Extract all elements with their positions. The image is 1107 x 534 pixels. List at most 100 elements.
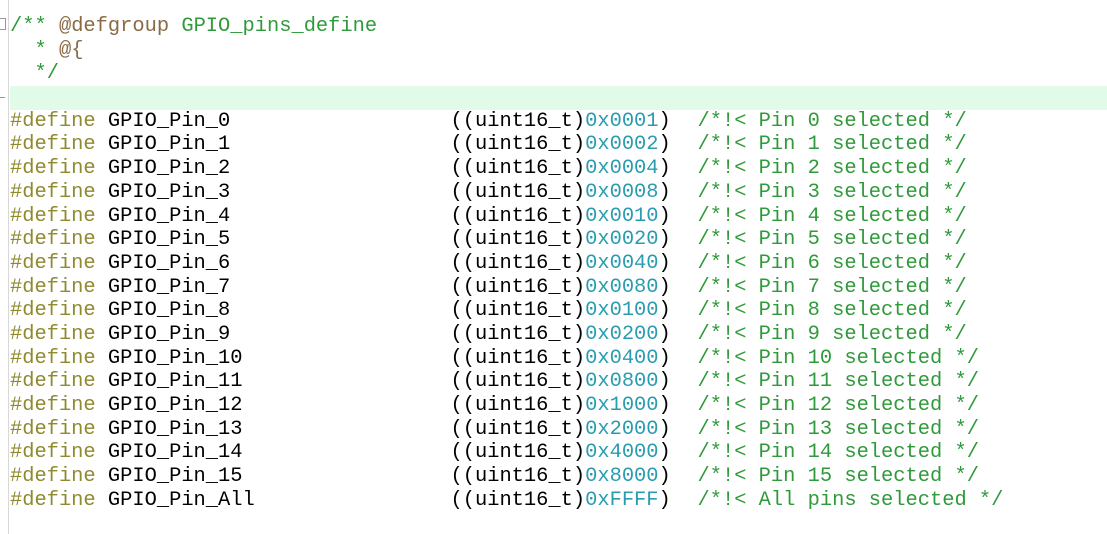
define-value: ((uint16_t)0x1000) (451, 394, 698, 418)
hex-value: 0x8000 (585, 465, 659, 489)
hex-value: 0x4000 (585, 441, 659, 465)
define-line: #define GPIO_Pin_10 ((uint16_t)0x0400)/*!… (10, 347, 1107, 371)
doc-comment: /*!< Pin 6 selected */ (697, 251, 967, 275)
define-value: ((uint16_t)0x0001) (451, 110, 698, 134)
comment-open: /** (10, 15, 59, 38)
define-line: #define GPIO_Pin_15 ((uint16_t)0x8000)/*!… (10, 465, 1107, 489)
define-keyword: #define (10, 394, 96, 417)
hex-value: 0x0008 (585, 180, 659, 204)
doc-comment: /*!< Pin 4 selected */ (697, 204, 967, 228)
close-paren: ) (658, 251, 671, 275)
define-value: ((uint16_t)0x4000) (451, 441, 698, 465)
define-decl: #define GPIO_Pin_12 (10, 394, 451, 418)
define-keyword: #define (10, 109, 96, 133)
define-keyword: #define (10, 299, 96, 323)
hex-value: 0xFFFF (585, 488, 659, 512)
macro-name: GPIO_Pin_All (107, 488, 255, 512)
define-value: ((uint16_t)0x0040) (451, 252, 698, 276)
type-cast: ((uint16_t) (450, 275, 586, 299)
type-cast: ((uint16_t) (450, 228, 586, 252)
hex-value: 0x0010 (585, 204, 659, 228)
close-paren: ) (658, 180, 671, 204)
define-decl: #define GPIO_Pin_5 (10, 228, 451, 252)
close-paren: ) (658, 394, 671, 417)
macro-name: GPIO_Pin_6 (107, 251, 231, 275)
define-keyword: #define (10, 488, 96, 512)
define-line: #define GPIO_Pin_11 ((uint16_t)0x0800)/*!… (10, 370, 1107, 394)
macro-name: GPIO_Pin_5 (107, 228, 231, 252)
close-paren: ) (658, 133, 671, 157)
hex-value: 0x0002 (585, 133, 659, 157)
define-value: ((uint16_t)0x0080) (451, 276, 698, 300)
macro-name: GPIO_Pin_7 (107, 275, 231, 299)
hex-value: 0x0400 (585, 346, 659, 370)
code-editor[interactable]: /** @defgroup GPIO_pins_define * @{ */ #… (10, 15, 1107, 512)
hex-value: 0x0004 (585, 157, 659, 181)
doc-comment: /*!< Pin 9 selected */ (697, 322, 967, 346)
doc-comment: /*!< Pin 2 selected */ (697, 157, 967, 181)
define-decl: #define GPIO_Pin_4 (10, 205, 451, 229)
define-decl: #define GPIO_Pin_6 (10, 252, 451, 276)
group-name: GPIO_pins_define (169, 15, 378, 38)
define-line: #define GPIO_Pin_8 ((uint16_t)0x0100)/*!<… (10, 299, 1107, 323)
doc-comment: /*!< Pin 11 selected */ (697, 370, 979, 394)
define-keyword: #define (10, 251, 96, 275)
close-paren: ) (658, 299, 671, 323)
define-line: #define GPIO_Pin_14 ((uint16_t)0x4000)/*!… (10, 441, 1107, 465)
define-line: #define GPIO_Pin_6 ((uint16_t)0x0040)/*!<… (10, 252, 1107, 276)
define-value: ((uint16_t)0x0800) (451, 370, 698, 394)
macro-name: GPIO_Pin_13 (107, 417, 243, 441)
define-decl: #define GPIO_Pin_3 (10, 181, 451, 205)
define-keyword: #define (10, 204, 96, 228)
define-decl: #define GPIO_Pin_All (10, 489, 451, 513)
fold-collapse-icon[interactable] (0, 18, 6, 30)
define-value: ((uint16_t)0x0020) (451, 228, 698, 252)
define-keyword: #define (10, 157, 96, 181)
macro-name: GPIO_Pin_10 (107, 346, 243, 370)
doc-comment: /*!< Pin 14 selected */ (697, 441, 979, 465)
hex-value: 0x1000 (585, 394, 659, 417)
define-keyword: #define (10, 133, 96, 157)
define-line: #define GPIO_Pin_All ((uint16_t)0xFFFF)/*… (10, 489, 1107, 513)
define-value: ((uint16_t)0x0400) (451, 347, 698, 371)
type-cast: ((uint16_t) (450, 322, 586, 346)
close-paren: ) (658, 275, 671, 299)
define-decl: #define GPIO_Pin_10 (10, 347, 451, 371)
macro-name: GPIO_Pin_1 (107, 133, 231, 157)
define-decl: #define GPIO_Pin_1 (10, 133, 451, 157)
hex-value: 0x0001 (585, 109, 659, 133)
close-paren: ) (658, 157, 671, 181)
define-keyword: #define (10, 275, 96, 299)
close-paren: ) (658, 346, 671, 370)
close-paren: ) (658, 228, 671, 252)
define-keyword: #define (10, 346, 96, 370)
close-paren: ) (658, 322, 671, 346)
define-keyword: #define (10, 228, 96, 252)
define-decl: #define GPIO_Pin_15 (10, 465, 451, 489)
doc-comment: /*!< Pin 8 selected */ (697, 299, 967, 323)
doc-comment: /*!< Pin 0 selected */ (697, 109, 967, 133)
type-cast: ((uint16_t) (450, 251, 586, 275)
define-keyword: #define (10, 465, 96, 489)
macro-name: GPIO_Pin_4 (107, 204, 231, 228)
close-paren: ) (658, 370, 671, 394)
define-line: #define GPIO_Pin_2 ((uint16_t)0x0004)/*!<… (10, 157, 1107, 181)
macro-name: GPIO_Pin_9 (107, 322, 231, 346)
type-cast: ((uint16_t) (450, 417, 586, 441)
hex-value: 0x0800 (585, 370, 659, 394)
close-paren: ) (658, 417, 671, 441)
close-paren: ) (658, 441, 671, 465)
define-line: #define GPIO_Pin_13 ((uint16_t)0x2000)/*!… (10, 418, 1107, 442)
define-value: ((uint16_t)0x0200) (451, 323, 698, 347)
code-line-group-open: * @{ (10, 39, 1107, 63)
hex-value: 0x0040 (585, 251, 659, 275)
type-cast: ((uint16_t) (450, 441, 586, 465)
current-line-highlight[interactable] (10, 86, 1107, 110)
define-decl: #define GPIO_Pin_14 (10, 441, 451, 465)
define-keyword: #define (10, 370, 96, 394)
type-cast: ((uint16_t) (450, 299, 586, 323)
define-decl: #define GPIO_Pin_0 (10, 110, 451, 134)
define-value: ((uint16_t)0x8000) (451, 465, 698, 489)
define-value: ((uint16_t)0x0004) (451, 157, 698, 181)
define-decl: #define GPIO_Pin_13 (10, 418, 451, 442)
